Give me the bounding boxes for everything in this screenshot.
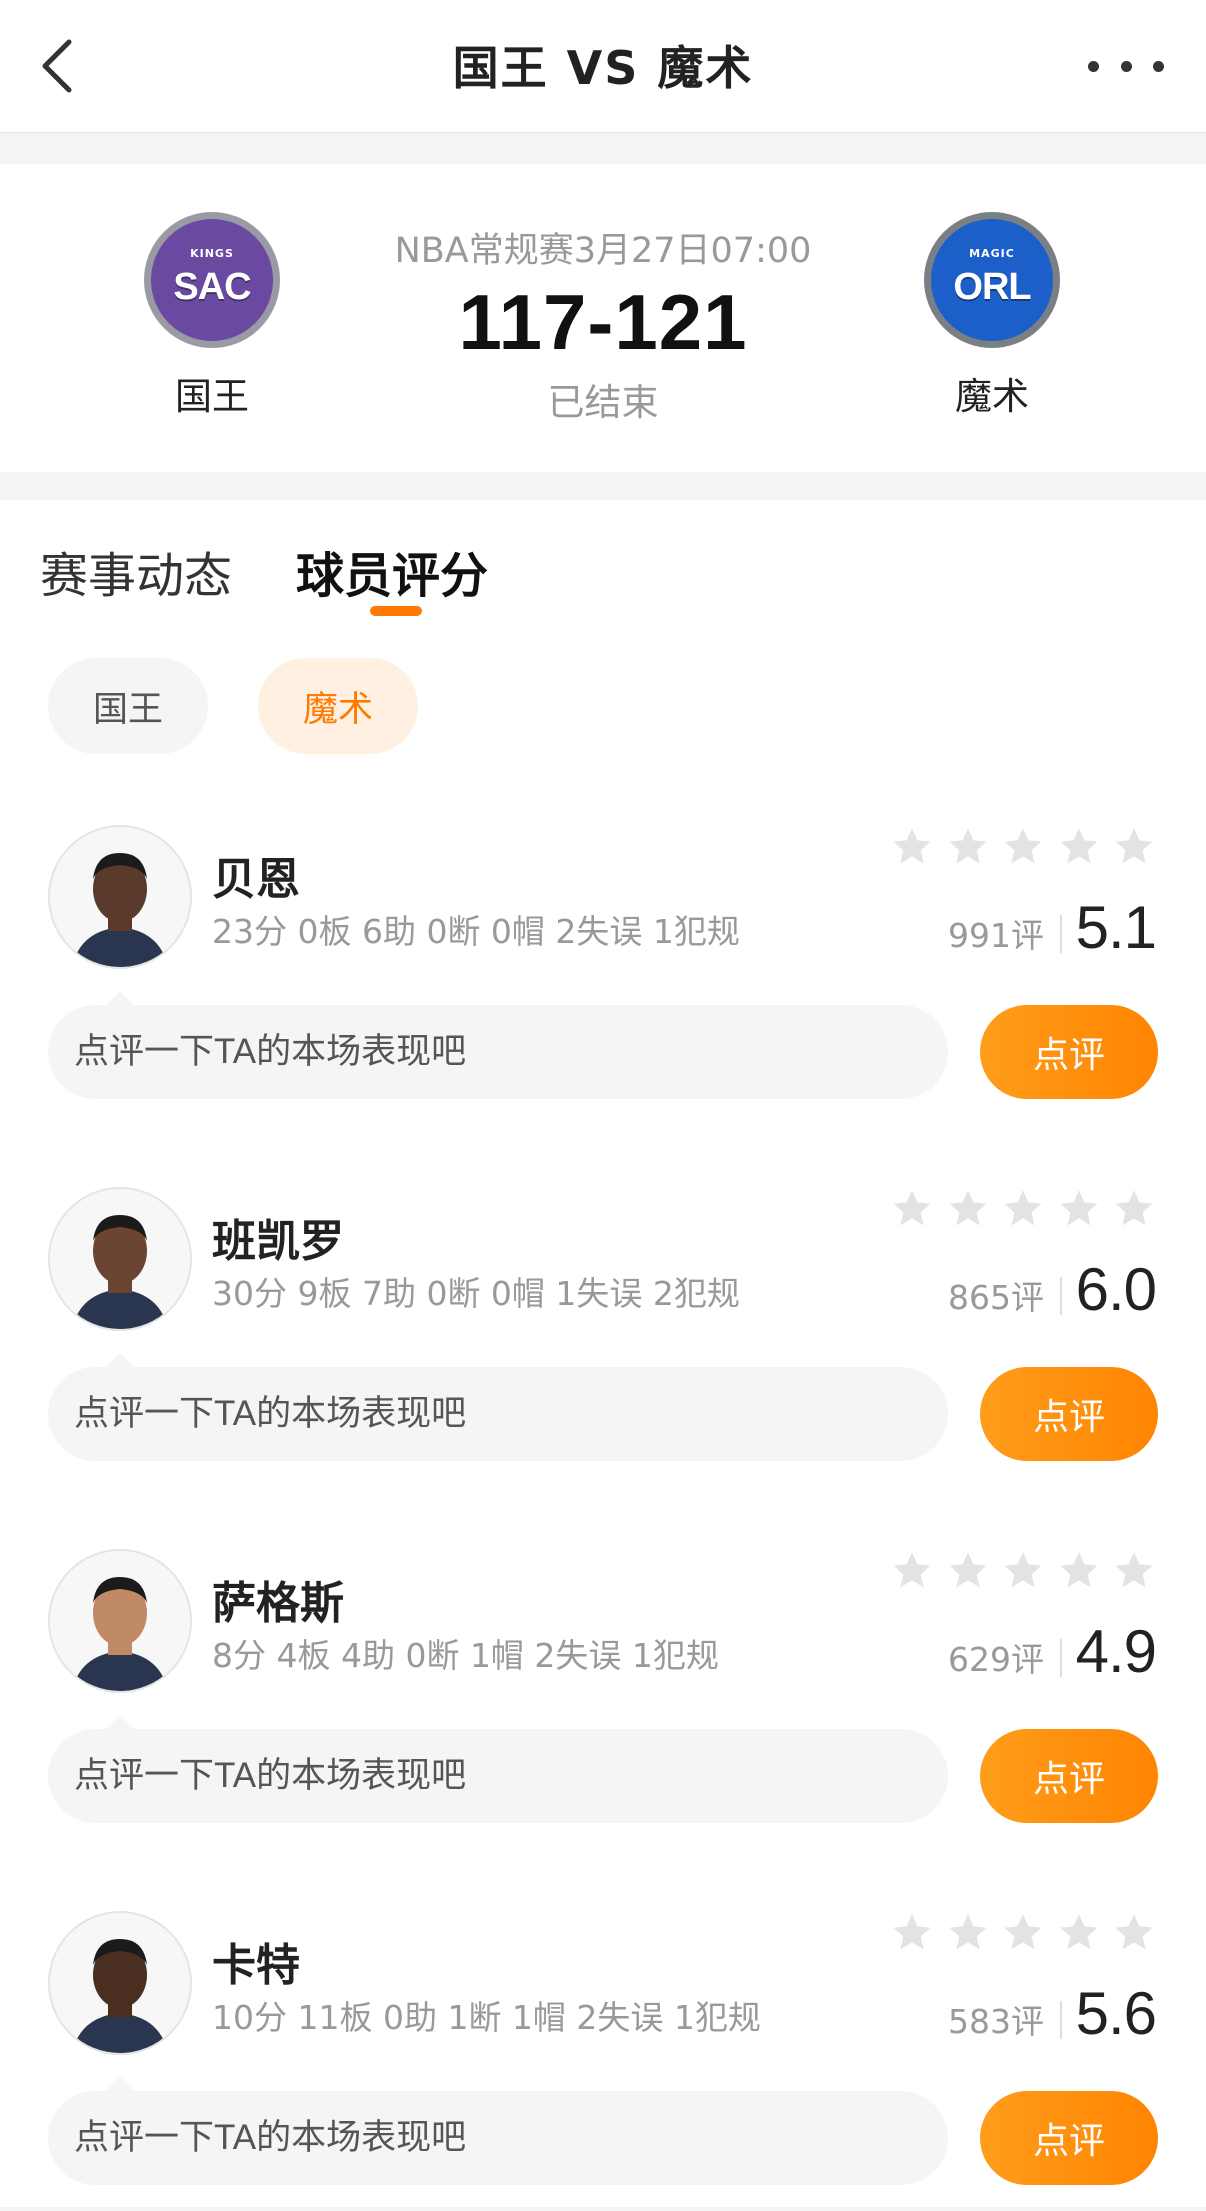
star-icon[interactable] [946, 1911, 990, 1955]
nav-bar: 国王 VS 魔术 [0, 0, 1206, 133]
star-icon[interactable] [1112, 825, 1156, 869]
player-avatar[interactable] [48, 825, 192, 969]
star-icon[interactable] [1001, 1549, 1045, 1593]
player-stats: 30分 9板 7助 0断 0帽 1失误 2犯规 [212, 1274, 740, 1313]
away-logo-text: MAGIC [969, 247, 1015, 260]
star-icon[interactable] [946, 1549, 990, 1593]
comment-button[interactable]: 点评 [980, 1367, 1158, 1461]
star-icon[interactable] [890, 1911, 934, 1955]
star-icon[interactable] [890, 825, 934, 869]
star-icon[interactable] [1001, 1911, 1045, 1955]
player-photo [50, 1913, 190, 2053]
player-rating-panel: 赛事动态 球员评分 国王 魔术 贝恩 23分 0板 6助 0断 0帽 2失误 1犯… [0, 500, 1206, 2207]
away-team-name: 魔术 [955, 375, 1029, 418]
comment-box [48, 991, 948, 1099]
comment-button[interactable]: 点评 [980, 2091, 1158, 2185]
team-filter-kings[interactable]: 国王 [48, 658, 208, 754]
home-logo-text: KINGS [190, 247, 234, 260]
player-name: 卡特 [212, 1940, 300, 1991]
comment-box [48, 1353, 948, 1461]
rating-count: 629评 [948, 1640, 1044, 1679]
rating-count: 991评 [948, 916, 1044, 955]
comment-box [48, 2077, 948, 2185]
more-dot [1120, 60, 1132, 72]
star-icon[interactable] [1001, 825, 1045, 869]
comment-box [48, 1715, 948, 1823]
rating-score: 6.0 [1075, 1256, 1157, 1323]
star-icon[interactable] [1112, 1187, 1156, 1231]
star-icon[interactable] [1057, 1549, 1101, 1593]
player-stats: 8分 4板 4助 0断 1帽 2失误 1犯规 [212, 1636, 719, 1675]
star-icon[interactable] [890, 1187, 934, 1231]
comment-input[interactable] [74, 1729, 914, 1823]
tab-player-rating[interactable]: 球员评分 [296, 536, 488, 606]
comment-button[interactable]: 点评 [980, 1729, 1158, 1823]
star-icon[interactable] [1112, 1549, 1156, 1593]
rating-count: 865评 [948, 1278, 1044, 1317]
rating-score: 5.6 [1075, 1980, 1157, 2047]
player-avatar[interactable] [48, 1187, 192, 1331]
rating-divider [1060, 2001, 1062, 2039]
comment-input[interactable] [74, 1367, 914, 1461]
rating-divider [1060, 1639, 1062, 1677]
rating-divider [1060, 1277, 1062, 1315]
more-horizontal-icon [1088, 60, 1099, 72]
star-icon[interactable] [1001, 1187, 1045, 1231]
player-name: 班凯罗 [212, 1216, 344, 1267]
star-rating[interactable] [890, 1187, 1156, 1231]
star-icon[interactable] [1057, 825, 1101, 869]
rating-divider [1060, 915, 1062, 953]
tab-match-feed[interactable]: 赛事动态 [40, 536, 232, 606]
match-meta: NBA常规赛3月27日07:00 [394, 231, 812, 271]
star-icon[interactable] [1057, 1911, 1101, 1955]
star-rating[interactable] [890, 1911, 1156, 1955]
away-team-logo: MAGIC ORL [924, 212, 1060, 348]
player-name: 萨格斯 [212, 1578, 344, 1629]
star-icon[interactable] [1057, 1187, 1101, 1231]
player-stats: 23分 0板 6助 0断 0帽 2失误 1犯规 [212, 912, 740, 951]
page-title: 国王 VS 魔术 [452, 41, 754, 95]
score-card: KINGS SAC 国王 NBA常规赛3月27日07:00 117-121 已结… [0, 164, 1206, 472]
home-team-logo: KINGS SAC [144, 212, 280, 348]
player-photo [50, 827, 190, 967]
match-status: 已结束 [547, 381, 659, 424]
more-dot [1153, 60, 1164, 72]
player-row: 卡特 10分 11板 0助 1断 1帽 2失误 1犯规 583评 5.6 点评 [0, 1911, 1206, 2211]
player-row: 萨格斯 8分 4板 4助 0断 1帽 2失误 1犯规 629评 4.9 点评 [0, 1549, 1206, 1849]
home-team-name: 国王 [175, 375, 249, 418]
star-icon[interactable] [946, 825, 990, 869]
star-icon[interactable] [890, 1549, 934, 1593]
away-team[interactable]: MAGIC ORL 魔术 [882, 212, 1102, 420]
away-logo-abbr: ORL [953, 265, 1031, 308]
match-score: 117-121 [458, 278, 748, 366]
tab-bar: 赛事动态 球员评分 [0, 500, 1206, 620]
rating-score: 4.9 [1075, 1618, 1157, 1685]
comment-input[interactable] [74, 1005, 914, 1099]
player-row: 贝恩 23分 0板 6助 0断 0帽 2失误 1犯规 991评 5.1 点评 [0, 825, 1206, 1125]
rating-count: 583评 [948, 2002, 1044, 2041]
home-logo-abbr: SAC [173, 265, 251, 308]
player-photo [50, 1189, 190, 1329]
match-info: NBA常规赛3月27日07:00 117-121 已结束 [353, 222, 853, 426]
player-name: 贝恩 [212, 854, 300, 905]
rating-score: 5.1 [1075, 894, 1157, 961]
team-filter-magic[interactable]: 魔术 [258, 658, 418, 754]
comment-button[interactable]: 点评 [980, 1005, 1158, 1099]
star-rating[interactable] [890, 825, 1156, 869]
player-avatar[interactable] [48, 1549, 192, 1693]
star-rating[interactable] [890, 1549, 1156, 1593]
player-stats: 10分 11板 0助 1断 1帽 2失误 1犯规 [212, 1998, 761, 2037]
player-row: 班凯罗 30分 9板 7助 0断 0帽 1失误 2犯规 865评 6.0 点评 [0, 1187, 1206, 1487]
comment-input[interactable] [74, 2091, 914, 2185]
star-icon[interactable] [946, 1187, 990, 1231]
player-avatar[interactable] [48, 1911, 192, 2055]
tab-active-indicator [370, 606, 422, 616]
star-icon[interactable] [1112, 1911, 1156, 1955]
home-team[interactable]: KINGS SAC 国王 [102, 212, 322, 420]
player-photo [50, 1551, 190, 1691]
more-button[interactable] [1088, 46, 1164, 86]
